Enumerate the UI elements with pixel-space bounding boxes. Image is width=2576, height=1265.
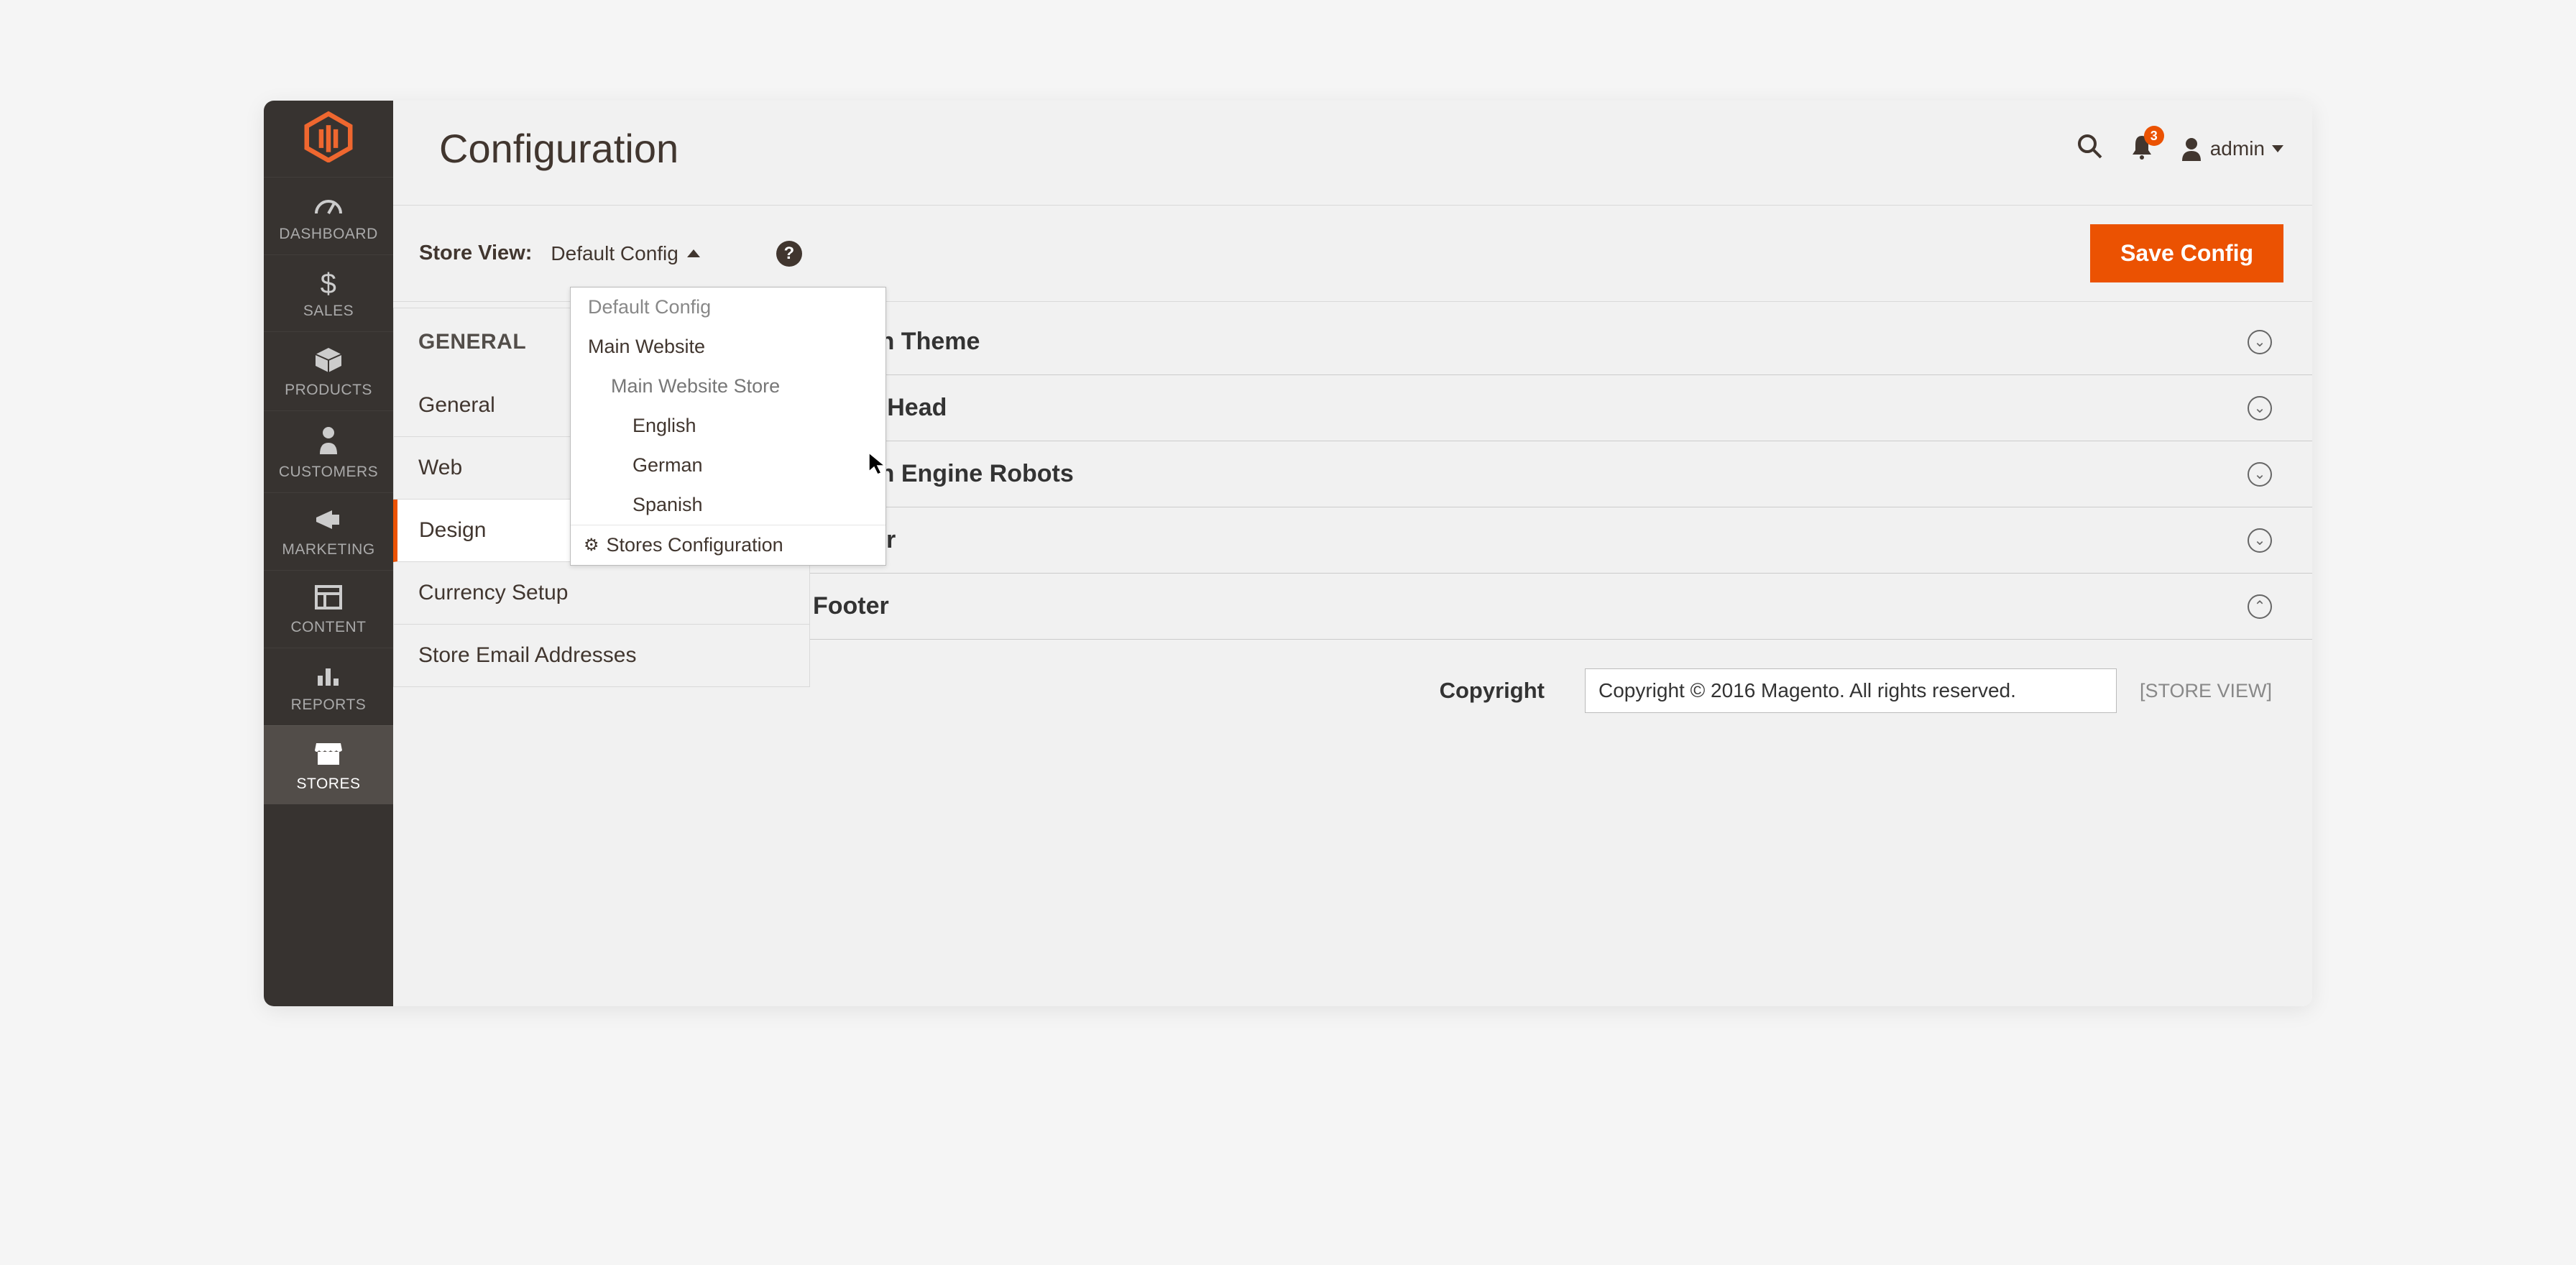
nav-label: CONTENT (264, 619, 393, 636)
notification-count-badge: 3 (2144, 126, 2164, 146)
tab-currency-setup[interactable]: Currency Setup (393, 562, 810, 625)
magento-logo[interactable] (301, 101, 356, 177)
copyright-input[interactable] (1585, 668, 2117, 713)
nav-reports[interactable]: REPORTS (264, 648, 393, 725)
nav-label: PRODUCTS (264, 382, 393, 399)
main-area: Configuration 3 admin Store View: (393, 101, 2312, 1006)
dropdown-stores-configuration-link[interactable]: ⚙ Stores Configuration (571, 525, 886, 565)
store-view-label: Store View: (419, 242, 532, 265)
dollar-icon: $ (264, 270, 393, 298)
save-config-button[interactable]: Save Config (2090, 224, 2283, 282)
nav-sales[interactable]: $ SALES (264, 254, 393, 331)
megaphone-icon (264, 507, 393, 537)
chevron-down-icon: ⌄ (2248, 528, 2272, 553)
search-icon (2076, 133, 2104, 160)
tab-store-email-addresses[interactable]: Store Email Addresses (393, 625, 810, 687)
nav-marketing[interactable]: MARKETING (264, 492, 393, 570)
footer-copyright-field-row: Copyright [STORE VIEW] (810, 640, 2312, 720)
bar-chart-icon (264, 663, 393, 692)
store-view-current: Default Config (551, 242, 678, 265)
header-actions: 3 admin (2076, 133, 2283, 164)
person-icon (264, 426, 393, 459)
dropdown-stores-configuration-label: Stores Configuration (607, 534, 783, 556)
section-html-head[interactable]: HTML Head ⌄ (810, 375, 2312, 441)
account-username: admin (2210, 137, 2265, 160)
dropdown-option-main-website-store[interactable]: Main Website Store (571, 367, 886, 406)
copyright-scope-label: [STORE VIEW] (2140, 680, 2272, 702)
chevron-down-icon: ⌄ (2248, 462, 2272, 487)
nav-label: CUSTOMERS (264, 464, 393, 481)
nav-customers[interactable]: CUSTOMERS (264, 410, 393, 492)
dashboard-icon (264, 192, 393, 221)
section-search-engine-robots[interactable]: Search Engine Robots ⌄ (810, 441, 2312, 507)
magento-logo-icon (301, 109, 356, 164)
gear-icon: ⚙ (584, 535, 599, 556)
nav-label: SALES (264, 303, 393, 320)
store-view-switcher[interactable]: Default Config (551, 242, 699, 265)
chevron-down-icon: ⌄ (2248, 396, 2272, 420)
question-icon: ? (784, 244, 795, 264)
layout-icon (264, 585, 393, 615)
arrow-up-icon (687, 249, 700, 257)
section-design-theme[interactable]: Design Theme ⌄ (810, 309, 2312, 375)
account-menu[interactable]: admin (2180, 137, 2283, 161)
dropdown-option-english[interactable]: English (571, 406, 886, 446)
chevron-down-icon (2272, 144, 2283, 153)
scope-help-button[interactable]: ? (776, 241, 802, 267)
section-title: Footer (813, 592, 889, 620)
dropdown-option-default-config[interactable]: Default Config (571, 288, 886, 327)
nav-label: REPORTS (264, 696, 393, 714)
nav-label: STORES (264, 776, 393, 793)
nav-dashboard[interactable]: DASHBOARD (264, 177, 393, 254)
store-icon (264, 740, 393, 771)
nav-label: DASHBOARD (264, 226, 393, 243)
section-header[interactable]: Header ⌄ (810, 507, 2312, 574)
dropdown-option-spanish[interactable]: Spanish (571, 485, 886, 525)
page-title: Configuration (439, 125, 678, 172)
nav-label: MARKETING (264, 541, 393, 558)
store-view-dropdown: Default Config Main Website Main Website… (570, 287, 886, 566)
config-sections: Design Theme ⌄ HTML Head ⌄ Search Engine… (810, 302, 2312, 1006)
app-frame: DASHBOARD $ SALES PRODUCTS CUSTOMERS MAR… (264, 101, 2312, 1006)
notifications-button[interactable]: 3 (2130, 133, 2154, 164)
chevron-down-icon: ⌄ (2248, 330, 2272, 354)
copyright-field-label: Copyright (1440, 678, 1545, 704)
scope-bar: Store View: Default Config ? Default Con… (393, 205, 2312, 302)
user-icon (2180, 137, 2203, 161)
page-header: Configuration 3 admin (393, 101, 2312, 205)
nav-stores[interactable]: STORES (264, 725, 393, 804)
nav-products[interactable]: PRODUCTS (264, 331, 393, 410)
admin-sidebar: DASHBOARD $ SALES PRODUCTS CUSTOMERS MAR… (264, 101, 393, 1006)
dropdown-option-german[interactable]: German (571, 446, 886, 485)
nav-content[interactable]: CONTENT (264, 570, 393, 648)
box-icon (264, 346, 393, 377)
search-button[interactable] (2076, 133, 2104, 164)
chevron-up-icon: ⌃ (2248, 594, 2272, 619)
section-footer[interactable]: Footer ⌃ (810, 574, 2312, 640)
dropdown-option-main-website[interactable]: Main Website (571, 327, 886, 367)
